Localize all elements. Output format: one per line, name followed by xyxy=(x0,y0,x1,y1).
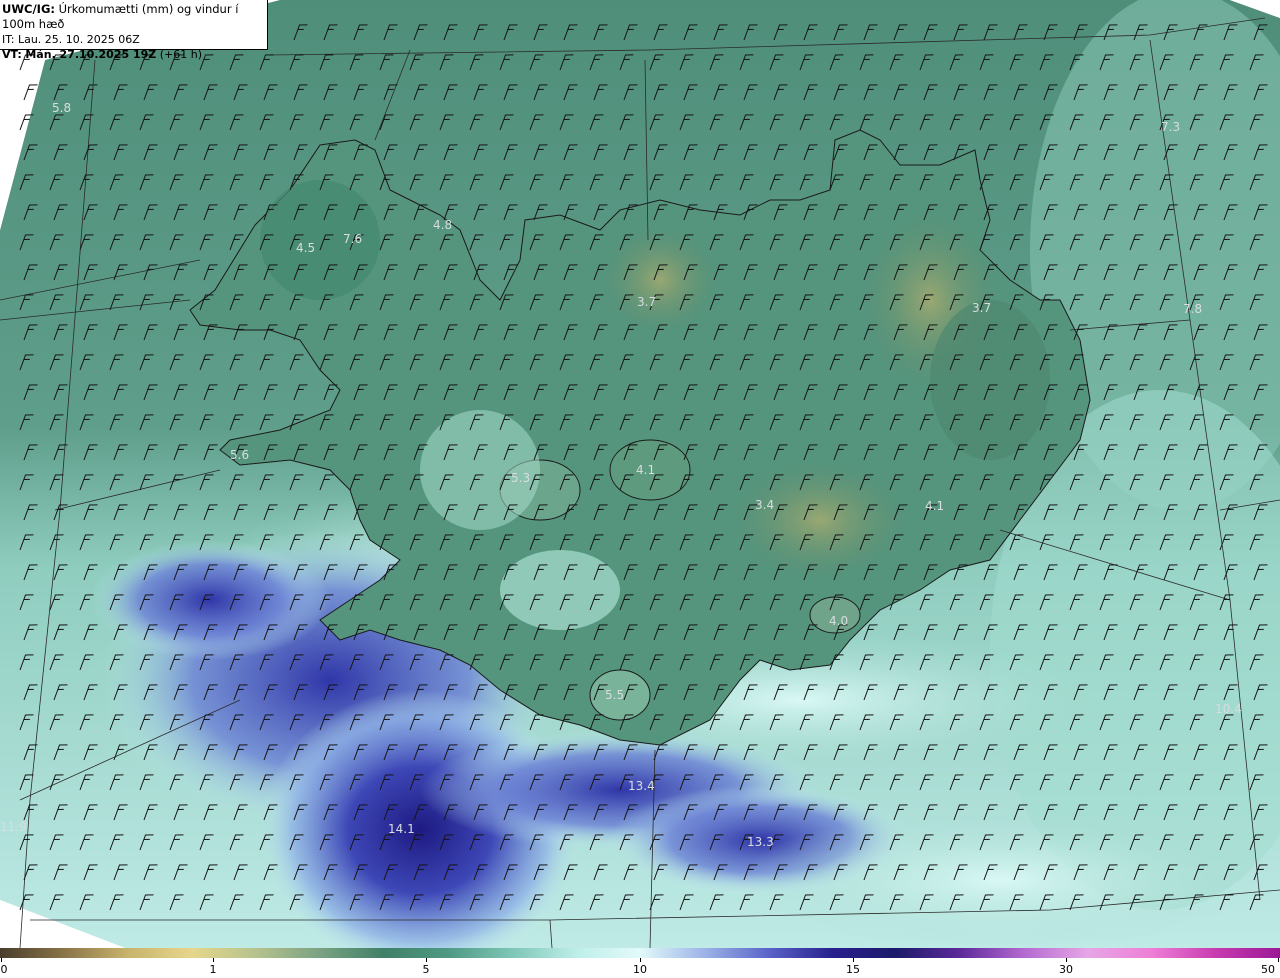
map-label: 5.6 xyxy=(230,448,249,462)
initial-time: IT: Lau. 25. 10. 2025 06Z xyxy=(2,33,140,46)
map-label: 7.8 xyxy=(1183,302,1202,316)
map-label: 4.1 xyxy=(636,463,655,477)
colorbar-tick-label: 5 xyxy=(422,963,430,976)
map-label: 4.1 xyxy=(925,499,944,513)
map-label: 7.6 xyxy=(343,232,362,246)
map-label: 14.1 xyxy=(388,822,415,836)
weather-map: 5.8 4.5 7.6 4.8 3.7 3.7 7.3 7.8 5.6 5.3 … xyxy=(0,0,1280,948)
map-label: 3.4 xyxy=(755,498,774,512)
colorbar-tick-label: 1 xyxy=(209,963,217,976)
colorbar-tick xyxy=(426,958,427,962)
map-canvas: 5.8 4.5 7.6 4.8 3.7 3.7 7.3 7.8 5.6 5.3 … xyxy=(0,0,1280,948)
colorbar-tick xyxy=(1,958,2,962)
colorbar-ticks: 0 1 5 10 15 30 50 xyxy=(0,958,1280,978)
valid-time-prefix: VT: xyxy=(2,48,22,61)
colorbar-tick xyxy=(640,958,641,962)
colorbar-tick-label: 50 xyxy=(1261,963,1275,976)
precipitation-colorbar xyxy=(0,948,1280,958)
valid-time-date: Mán. 27.10.2025 19Z xyxy=(25,48,157,61)
valid-time-offset: (+61 h) xyxy=(156,48,203,61)
map-label: 10.4 xyxy=(1215,702,1242,716)
colorbar-tick-label: 0 xyxy=(0,963,8,976)
map-label: 4.0 xyxy=(829,614,848,628)
map-label: 4.8 xyxy=(433,218,452,232)
forecast-info-box: UWC/IG: Úrkomumætti (mm) og vindur í 100… xyxy=(0,0,268,61)
map-label: 11.9 xyxy=(0,820,27,834)
colorbar-tick xyxy=(1066,958,1067,962)
map-label: 5.5 xyxy=(605,688,624,702)
colorbar-tick-label: 30 xyxy=(1059,963,1073,976)
model-name: UWC/IG: xyxy=(2,2,55,16)
colorbar-tick xyxy=(1278,958,1279,962)
map-label: 4.5 xyxy=(296,241,315,255)
map-label: 13.4 xyxy=(628,779,655,793)
colorbar-tick-label: 15 xyxy=(846,963,860,976)
map-label: 3.7 xyxy=(637,295,656,309)
map-label: 3.7 xyxy=(972,301,991,315)
map-label: 13.3 xyxy=(747,835,774,849)
colorbar-tick xyxy=(853,958,854,962)
colorbar-tick xyxy=(213,958,214,962)
map-label: 7.3 xyxy=(1161,120,1180,134)
map-label: 5.8 xyxy=(52,101,71,115)
colorbar-tick-label: 10 xyxy=(633,963,647,976)
map-label: 5.3 xyxy=(511,471,530,485)
